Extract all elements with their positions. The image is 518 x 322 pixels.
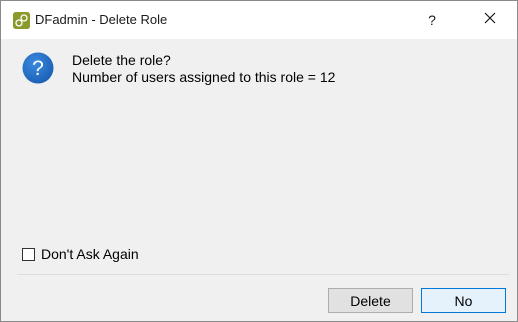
title-bar: DFadmin - Delete Role ?	[1, 1, 517, 39]
close-icon	[484, 11, 496, 29]
message-detail: Number of users assigned to this role = …	[72, 69, 336, 85]
question-icon: ?	[22, 52, 54, 84]
window-title: DFadmin - Delete Role	[35, 12, 168, 27]
checkbox-label[interactable]: Don't Ask Again	[41, 246, 139, 262]
app-icon	[13, 12, 30, 29]
help-button[interactable]: ?	[409, 1, 455, 39]
no-button[interactable]: No	[421, 288, 506, 313]
dont-ask-again-checkbox[interactable]: Don't Ask Again	[22, 246, 139, 262]
delete-button[interactable]: Delete	[328, 288, 413, 313]
message-question: Delete the role?	[72, 52, 171, 68]
svg-text:?: ?	[32, 57, 44, 80]
separator	[17, 274, 509, 275]
close-button[interactable]	[463, 1, 517, 39]
checkbox-box[interactable]	[22, 247, 35, 261]
delete-role-dialog: DFadmin - Delete Role ? ? Delete the rol…	[0, 0, 518, 322]
